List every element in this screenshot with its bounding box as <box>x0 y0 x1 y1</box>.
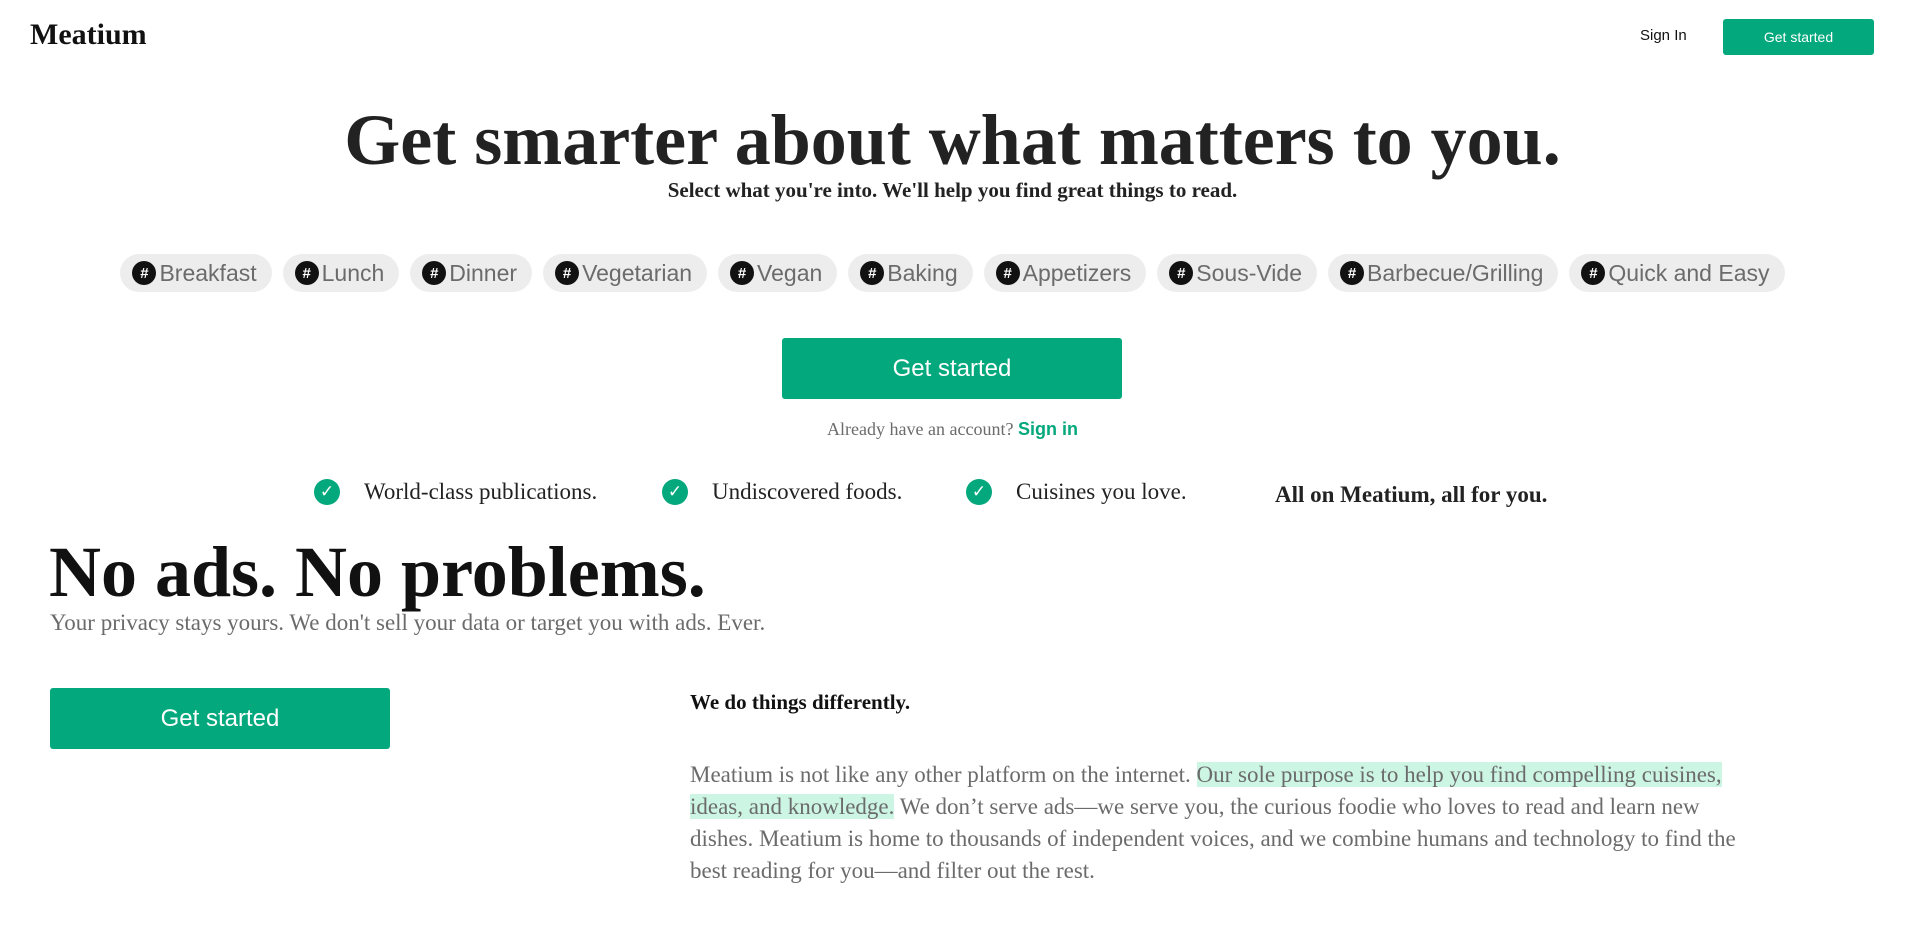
check-icon: ✓ <box>662 479 688 505</box>
already-text: Already have an account? <box>827 419 1014 439</box>
body-text: Meatium is not like any other platform o… <box>690 762 1197 787</box>
tag-vegetarian[interactable]: # Vegetarian <box>543 254 708 292</box>
feature-item: ✓ Cuisines you love. <box>966 479 1187 505</box>
tag-label: Vegan <box>757 259 823 286</box>
tag-barbecue-grilling[interactable]: # Barbecue/Grilling <box>1328 254 1559 292</box>
tag-label: Vegetarian <box>582 259 693 286</box>
tag-vegan[interactable]: # Vegan <box>718 254 838 292</box>
tag-lunch[interactable]: # Lunch <box>282 254 400 292</box>
tag-label: Quick and Easy <box>1608 259 1770 286</box>
differently-body: Meatium is not like any other platform o… <box>690 759 1750 887</box>
sign-in-prompt: Already have an account? Sign in <box>0 419 1905 440</box>
tag-label: Sous-Vide <box>1196 259 1302 286</box>
header-sign-in-link[interactable]: Sign In <box>1640 27 1687 44</box>
site-logo[interactable]: Meatium <box>30 18 147 52</box>
privacy-get-started-button[interactable]: Get started <box>50 688 390 749</box>
tag-label: Baking <box>887 259 958 286</box>
feature-item: ✓ Undiscovered foods. <box>662 479 902 505</box>
tag-baking[interactable]: # Baking <box>848 254 973 292</box>
sign-in-link[interactable]: Sign in <box>1018 419 1078 439</box>
feature-label: Undiscovered foods. <box>712 479 903 504</box>
feature-label: Cuisines you love. <box>1016 479 1187 504</box>
hash-icon: # <box>422 261 447 285</box>
hash-icon: # <box>860 261 885 285</box>
hash-icon: # <box>132 261 157 285</box>
hero-get-started-button[interactable]: Get started <box>782 338 1122 399</box>
hash-icon: # <box>995 261 1020 285</box>
hash-icon: # <box>555 261 580 285</box>
tag-label: Barbecue/Grilling <box>1367 259 1544 286</box>
features-tagline: All on Meatium, all for you. <box>1275 482 1548 507</box>
hash-icon: # <box>1169 261 1194 285</box>
hash-icon: # <box>294 261 319 285</box>
tag-breakfast[interactable]: # Breakfast <box>120 254 272 292</box>
feature-item: ✓ World-class publications. <box>314 479 597 505</box>
check-icon: ✓ <box>314 479 340 505</box>
tag-label: Breakfast <box>159 259 257 286</box>
hash-icon: # <box>1340 261 1364 285</box>
feature-label: World-class publications. <box>364 479 598 504</box>
features-row: ✓ World-class publications. ✓ Undiscover… <box>0 479 1905 511</box>
privacy-title: No ads. No problems. <box>49 532 706 612</box>
site-header: Meatium Sign In Get started <box>0 0 1905 75</box>
tag-appetizers[interactable]: # Appetizers <box>983 254 1147 292</box>
hash-icon: # <box>1581 261 1606 285</box>
tag-sous-vide[interactable]: # Sous-Vide <box>1157 254 1317 292</box>
tag-label: Lunch <box>321 259 385 286</box>
check-icon: ✓ <box>966 479 992 505</box>
differently-title: We do things differently. <box>690 690 911 714</box>
tag-label: Dinner <box>449 259 518 286</box>
tag-dinner[interactable]: # Dinner <box>410 254 533 292</box>
hero-subtitle: Select what you're into. We'll help you … <box>667 178 1238 202</box>
tag-quick-and-easy[interactable]: # Quick and Easy <box>1569 254 1785 292</box>
hero-title: Get smarter about what matters to you. <box>344 100 1561 180</box>
topic-tags: # Breakfast # Lunch # Dinner # Vegetarian # V… <box>0 254 1905 292</box>
privacy-subtitle: Your privacy stays yours. We don't sell … <box>50 610 766 635</box>
tag-label: Appetizers <box>1022 259 1132 286</box>
header-get-started-button[interactable]: Get started <box>1723 19 1874 55</box>
hash-icon: # <box>730 261 755 285</box>
